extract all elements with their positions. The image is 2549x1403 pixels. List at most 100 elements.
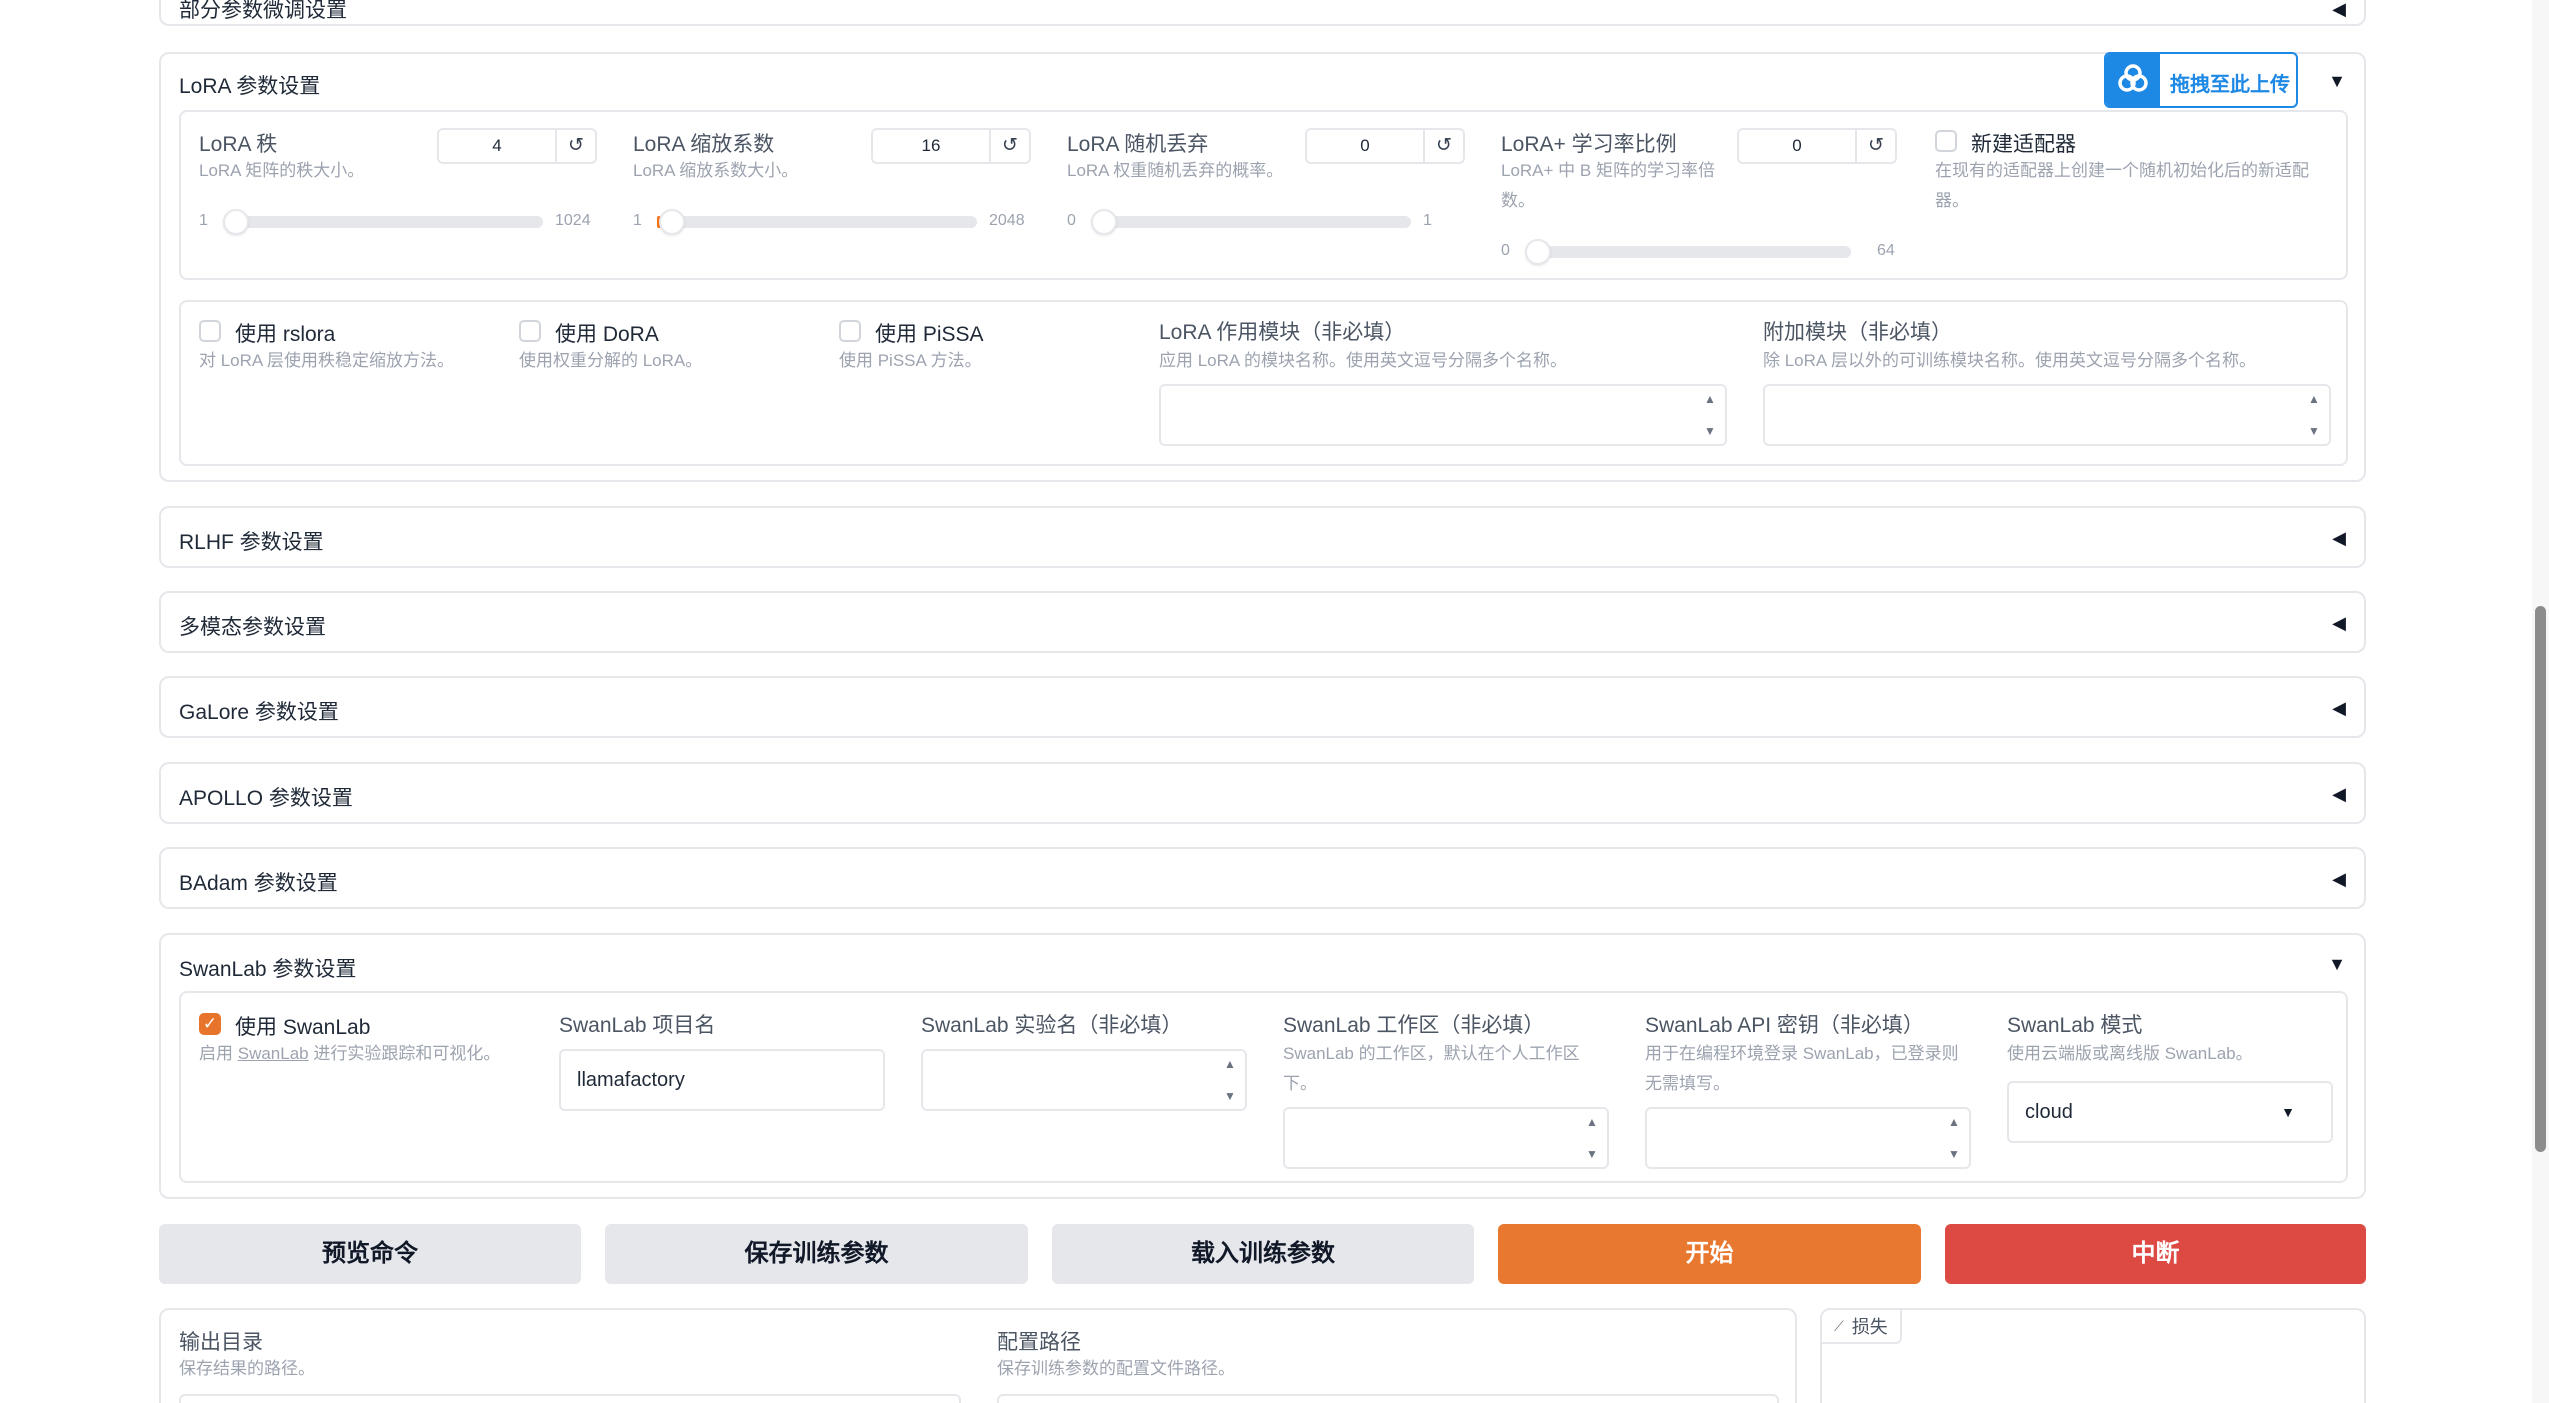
- scroll-up-icon[interactable]: ▲: [1947, 1115, 1961, 1129]
- scroll-up-icon[interactable]: ▲: [1703, 392, 1717, 406]
- use-pissa-label[interactable]: 使用 PiSSA: [875, 318, 984, 348]
- swanlab-project-label: SwanLab 项目名: [559, 1014, 716, 1037]
- lora-rank-value[interactable]: 4: [439, 130, 557, 162]
- reset-icon[interactable]: ↺: [991, 130, 1029, 162]
- lora-plus-ratio-value[interactable]: 0: [1739, 130, 1857, 162]
- use-pissa-info: 使用 PiSSA 方法。: [839, 351, 982, 370]
- use-swanlab-label[interactable]: 使用 SwanLab: [235, 1011, 370, 1041]
- lora-target-info: 应用 LoRA 的模块名称。使用英文逗号分隔多个名称。: [1159, 351, 1568, 370]
- output-dir-input[interactable]: [179, 1394, 961, 1403]
- use-swanlab-checkbox[interactable]: ✓: [199, 1013, 221, 1035]
- config-path-input[interactable]: [997, 1394, 1779, 1403]
- lora-plus-ratio-label: LoRA+ 学习率比例: [1501, 133, 1677, 156]
- info-prefix: 启用: [199, 1044, 238, 1063]
- abort-button[interactable]: 中断: [1945, 1224, 2366, 1284]
- apollo-accordion[interactable]: APOLLO 参数设置 ◀: [159, 762, 2366, 824]
- scroll-down-icon[interactable]: ▼: [1585, 1147, 1599, 1161]
- collapsed-triangle-icon: ◀: [2332, 0, 2346, 19]
- swanlab-project-input[interactable]: llamafactory: [559, 1049, 885, 1111]
- swanlab-api-key-info: 用于在编程环境登录 SwanLab，已登录则无需填写。: [1645, 1044, 1959, 1093]
- slider-max: 64: [1877, 242, 1895, 259]
- use-pissa-checkbox[interactable]: [839, 320, 861, 342]
- use-dora-label[interactable]: 使用 DoRA: [555, 318, 659, 348]
- accordion-title: GaLore 参数设置: [179, 701, 339, 724]
- expanded-triangle-icon[interactable]: ▼: [2328, 72, 2346, 90]
- lora-alpha-value[interactable]: 16: [873, 130, 991, 162]
- use-dora-checkbox[interactable]: [519, 320, 541, 342]
- loss-plot-panel: ⟋ 损失: [1820, 1308, 2366, 1403]
- swanlab-mode-value: cloud: [2025, 1101, 2073, 1123]
- config-path-info: 保存训练参数的配置文件路径。: [997, 1359, 1235, 1378]
- upload-badge[interactable]: 拖拽至此上传: [2104, 52, 2298, 108]
- slider-thumb[interactable]: [1525, 239, 1551, 265]
- collapsed-triangle-icon: ◀: [2332, 613, 2346, 633]
- accordion-title[interactable]: SwanLab 参数设置: [179, 953, 356, 983]
- scroll-down-icon[interactable]: ▼: [2307, 424, 2321, 438]
- lora-plus-ratio-info: LoRA+ 中 B 矩阵的学习率倍数。: [1501, 161, 1715, 210]
- lora-target-input[interactable]: ▲ ▼: [1159, 384, 1727, 446]
- lora-alpha-number[interactable]: 16 ↺: [871, 128, 1031, 164]
- swanlab-api-key-input[interactable]: ▲ ▼: [1645, 1107, 1971, 1169]
- chevron-down-icon: ▼: [2281, 1104, 2295, 1120]
- create-new-adapter-label[interactable]: 新建适配器: [1971, 128, 2076, 158]
- slider-thumb[interactable]: [223, 209, 249, 235]
- scroll-down-icon[interactable]: ▼: [1703, 424, 1717, 438]
- use-rslora-checkbox[interactable]: [199, 320, 221, 342]
- save-args-button[interactable]: 保存训练参数: [605, 1224, 1028, 1284]
- lora-params-accordion: LoRA 参数设置 拖拽至此上传 ▼ LoRA 秩 LoRA 矩阵的秩大小。 4…: [159, 52, 2366, 482]
- lora-plus-ratio-slider[interactable]: [1525, 239, 1851, 265]
- scroll-down-icon[interactable]: ▼: [1223, 1089, 1237, 1103]
- reset-icon[interactable]: ↺: [557, 130, 595, 162]
- rlhf-accordion[interactable]: RLHF 参数设置 ◀: [159, 506, 2366, 568]
- lora-dropout-number[interactable]: 0 ↺: [1305, 128, 1465, 164]
- swanlab-run-name-input[interactable]: ▲ ▼: [921, 1049, 1247, 1111]
- lora-alpha-label: LoRA 缩放系数: [633, 133, 775, 156]
- start-button[interactable]: 开始: [1498, 1224, 1921, 1284]
- additional-target-info: 除 LoRA 层以外的可训练模块名称。使用英文逗号分隔多个名称。: [1763, 351, 2257, 370]
- slider-thumb[interactable]: [1091, 209, 1117, 235]
- expanded-triangle-icon[interactable]: ▼: [2328, 955, 2346, 973]
- lora-dropout-slider[interactable]: [1091, 209, 1411, 235]
- create-new-adapter-checkbox[interactable]: [1935, 130, 1957, 152]
- config-path-label: 配置路径: [997, 1331, 1081, 1354]
- slider-min: 1: [633, 212, 642, 229]
- lora-alpha-slider[interactable]: [657, 209, 977, 235]
- swanlab-group: ✓ 使用 SwanLab 启用 SwanLab 进行实验跟踪和可视化。 Swan…: [179, 991, 2348, 1183]
- scroll-up-icon[interactable]: ▲: [2307, 392, 2321, 406]
- reset-icon[interactable]: ↺: [1857, 130, 1895, 162]
- swanlab-mode-select[interactable]: cloud ▼: [2007, 1081, 2333, 1143]
- lora-rank-slider[interactable]: [223, 209, 543, 235]
- additional-target-input[interactable]: ▲ ▼: [1763, 384, 2331, 446]
- lora-dropout-label: LoRA 随机丢弃: [1067, 133, 1209, 156]
- output-dir-info: 保存结果的路径。: [179, 1359, 315, 1378]
- partial-params-accordion[interactable]: 部分参数微调设置 ◀: [159, 0, 2366, 26]
- swanlab-workspace-input[interactable]: ▲ ▼: [1283, 1107, 1609, 1169]
- galore-accordion[interactable]: GaLore 参数设置 ◀: [159, 676, 2366, 738]
- accordion-title: BAdam 参数设置: [179, 872, 338, 895]
- badam-accordion[interactable]: BAdam 参数设置 ◀: [159, 847, 2366, 909]
- scroll-up-icon[interactable]: ▲: [1223, 1057, 1237, 1071]
- lora-rank-number[interactable]: 4 ↺: [437, 128, 597, 164]
- lora-plus-ratio-number[interactable]: 0 ↺: [1737, 128, 1897, 164]
- upload-badge-label: 拖拽至此上传: [2170, 74, 2290, 96]
- loss-tab[interactable]: ⟋ 损失: [1822, 1310, 1902, 1344]
- reset-icon[interactable]: ↺: [1425, 130, 1463, 162]
- lora-dropout-value[interactable]: 0: [1307, 130, 1425, 162]
- load-args-button[interactable]: 载入训练参数: [1052, 1224, 1474, 1284]
- swanlab-link[interactable]: SwanLab: [238, 1044, 309, 1063]
- use-rslora-label[interactable]: 使用 rslora: [235, 318, 335, 348]
- output-dir-label: 输出目录: [179, 1331, 263, 1354]
- preview-command-button[interactable]: 预览命令: [159, 1224, 581, 1284]
- slider-min: 0: [1501, 242, 1510, 259]
- swanlab-mode-info: 使用云端版或离线版 SwanLab。: [2007, 1044, 2253, 1063]
- swanlab-workspace-info: SwanLab 的工作区，默认在个人工作区下。: [1283, 1044, 1580, 1093]
- scroll-down-icon[interactable]: ▼: [1947, 1147, 1961, 1161]
- slider-min: 0: [1067, 212, 1076, 229]
- vertical-scrollbar[interactable]: [2532, 0, 2549, 1403]
- slider-thumb[interactable]: [659, 209, 685, 235]
- accordion-title[interactable]: LoRA 参数设置: [179, 70, 320, 100]
- multimodal-accordion[interactable]: 多模态参数设置 ◀: [159, 591, 2366, 653]
- scrollbar-thumb[interactable]: [2535, 606, 2546, 1152]
- scroll-up-icon[interactable]: ▲: [1585, 1115, 1599, 1129]
- slider-max: 1: [1423, 212, 1432, 229]
